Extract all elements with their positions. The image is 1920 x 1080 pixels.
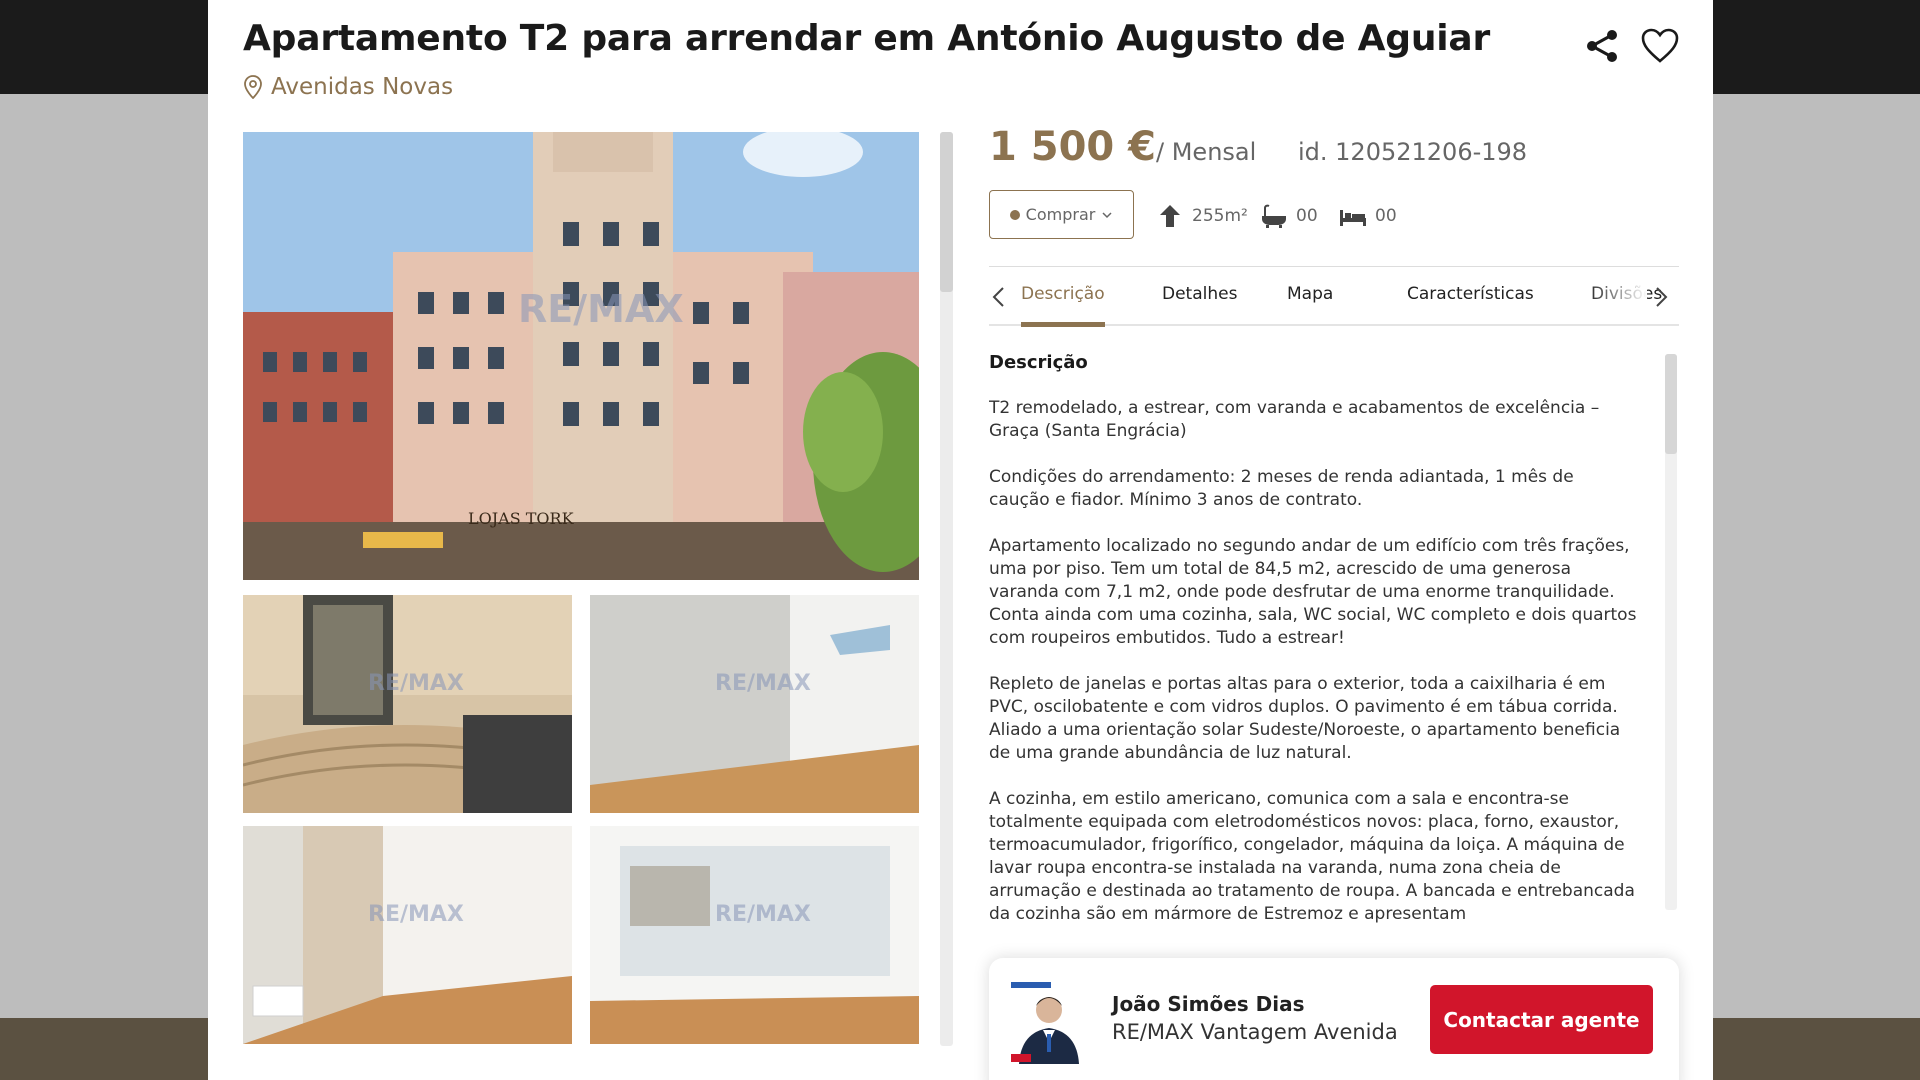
tab-caracteristicas[interactable]: Características (1407, 284, 1534, 304)
photo-hallway[interactable]: RE/MAX (590, 595, 919, 813)
svg-text:RE/MAX: RE/MAX (518, 287, 684, 331)
spec-bedrooms-value: 00 (1375, 206, 1397, 226)
spec-bedrooms: 00 (1339, 204, 1397, 228)
location-label: Avenidas Novas (271, 74, 454, 100)
listing-title: Apartamento T2 para arrendar em António … (243, 18, 1491, 59)
photo-building-exterior[interactable]: LOJAS TORK RE/MAX (243, 132, 919, 580)
gallery-scrollbar-thumb[interactable] (940, 132, 953, 292)
buy-dropdown-button[interactable]: Comprar (989, 190, 1134, 239)
contact-agent-button[interactable]: Contactar agente (1430, 985, 1653, 1054)
description-panel: Descrição T2 remodelado, a estrear, com … (989, 352, 1639, 925)
share-icon[interactable] (1582, 26, 1622, 66)
description-paragraph: T2 remodelado, a estrear, com varanda e … (989, 398, 1600, 441)
agent-office: RE/MAX Vantagem Avenida (1112, 1020, 1398, 1044)
gallery-scrollbar[interactable] (940, 132, 953, 1046)
heart-icon[interactable] (1640, 26, 1680, 66)
spec-bathrooms-value: 00 (1296, 206, 1318, 226)
spec-area: 255m² (1156, 204, 1248, 228)
description-paragraph: Condições do arrendamento: 2 meses de re… (989, 467, 1574, 510)
chevron-down-icon (1102, 211, 1112, 218)
photo-room-bathroom[interactable]: RE/MAX (243, 826, 572, 1044)
active-tab-indicator (1021, 322, 1105, 327)
listing-price: 1 500 € (989, 124, 1157, 170)
location-pin-icon (244, 75, 262, 99)
tab-descricao[interactable]: Descrição (1021, 284, 1105, 304)
price-period: / Mensal (1156, 138, 1257, 166)
tab-overflow-fade (1587, 275, 1647, 315)
buy-label: Comprar (1025, 205, 1096, 224)
svg-text:LOJAS TORK: LOJAS TORK (468, 509, 575, 528)
svg-text:RE/MAX: RE/MAX (368, 671, 464, 696)
description-paragraph: Repleto de janelas e portas altas para o… (989, 674, 1621, 763)
chevron-left-icon[interactable] (989, 285, 1009, 309)
description-scrollbar-thumb[interactable] (1665, 354, 1677, 454)
agent-name: João Simões Dias (1112, 992, 1305, 1016)
photo-entrance-stairs[interactable]: RE/MAX (243, 595, 572, 813)
svg-text:RE/MAX: RE/MAX (368, 902, 464, 927)
agent-card: João Simões Dias RE/MAX Vantagem Avenida… (989, 958, 1679, 1080)
description-heading: Descrição (989, 352, 1088, 373)
spec-area-value: 255m² (1192, 206, 1248, 226)
tab-mapa[interactable]: Mapa (1287, 284, 1333, 304)
listing-location: Avenidas Novas (243, 74, 453, 100)
chevron-right-icon[interactable] (1651, 285, 1671, 309)
bathtub-icon (1262, 204, 1286, 228)
spec-bathrooms: 00 (1260, 204, 1318, 228)
description-scrollbar[interactable] (1665, 354, 1677, 910)
bed-icon (1340, 210, 1366, 226)
listing-modal: Apartamento T2 para arrendar em António … (208, 0, 1713, 1080)
listing-id: id. 120521206-198 (1298, 138, 1528, 166)
agent-avatar (1007, 980, 1091, 1064)
svg-text:RE/MAX: RE/MAX (715, 671, 811, 696)
description-paragraph: Apartamento localizado no segundo andar … (989, 536, 1637, 648)
area-arrow-icon (1160, 205, 1180, 227)
photo-living-room[interactable]: RE/MAX (590, 826, 919, 1044)
tab-detalhes[interactable]: Detalhes (1162, 284, 1237, 304)
listing-tabs: Descrição Detalhes Mapa Características … (989, 266, 1679, 327)
description-paragraph: A cozinha, em estilo americano, comunica… (989, 789, 1635, 924)
svg-text:RE/MAX: RE/MAX (715, 902, 811, 927)
status-dot-icon (1009, 209, 1020, 220)
